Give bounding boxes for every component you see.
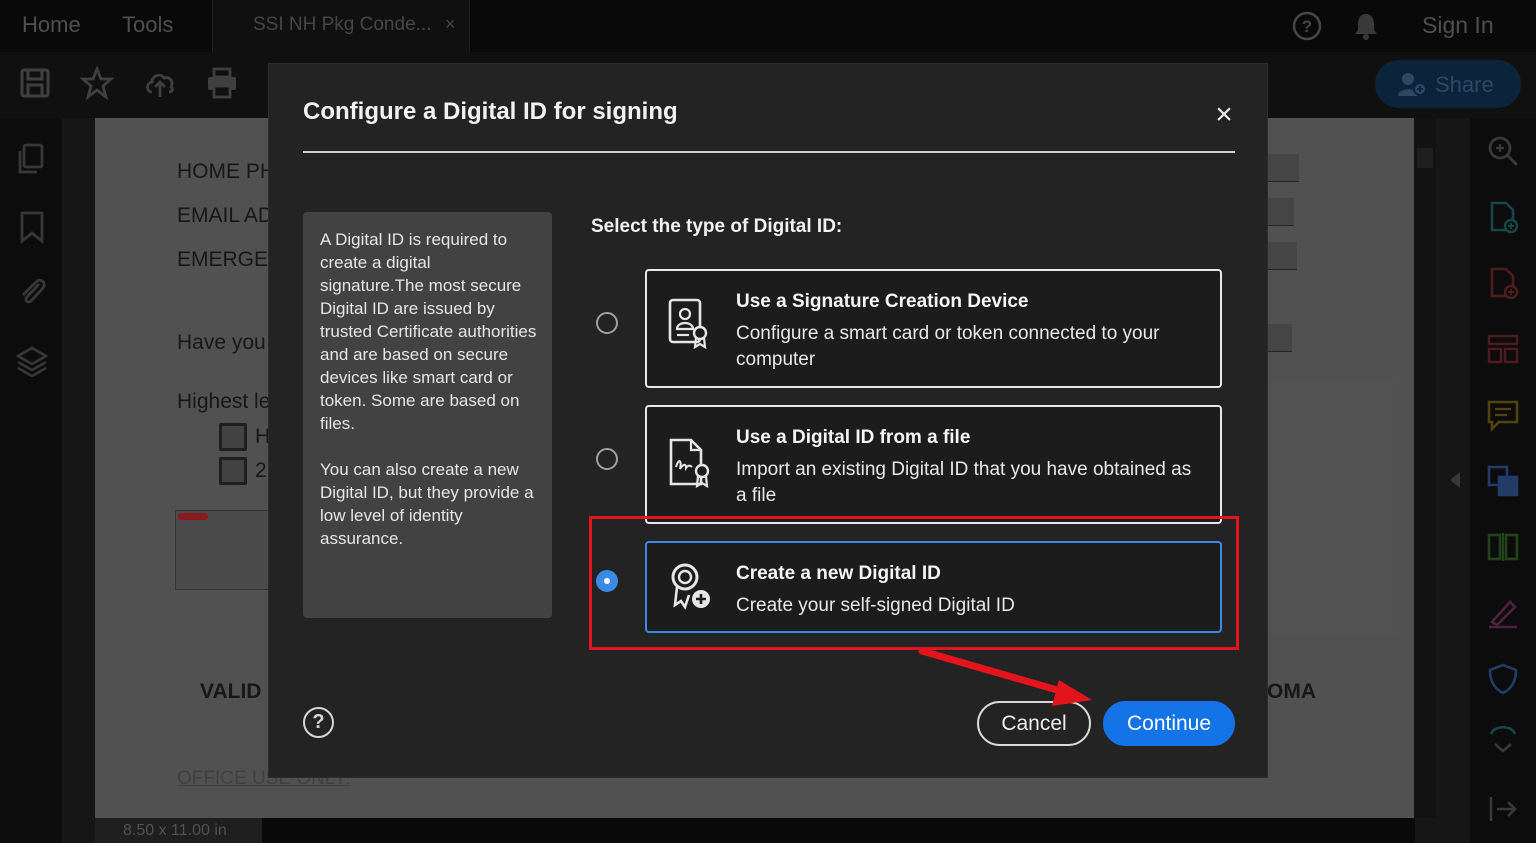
dialog-title: Configure a Digital ID for signing	[303, 98, 678, 125]
radio-signature-device[interactable]	[596, 312, 618, 334]
radio-digital-id-file[interactable]	[596, 448, 618, 470]
title-divider	[303, 151, 1235, 153]
acrobat-window: Home Tools SSI NH Pkg Conde... × ? Sign …	[0, 0, 1536, 843]
option-description: Configure a smart card or token connecte…	[736, 323, 1160, 370]
option-title: Use a Signature Creation Device	[736, 291, 1029, 312]
option-signature-creation-device[interactable]: Use a Signature Creation Device Configur…	[645, 269, 1222, 388]
certificate-device-icon	[668, 298, 708, 350]
dialog-help-icon[interactable]: ?	[303, 707, 334, 738]
select-type-heading: Select the type of Digital ID:	[591, 216, 843, 237]
option-digital-id-from-file[interactable]: Use a Digital ID from a file Import an e…	[645, 405, 1222, 524]
option-description: Import an existing Digital ID that you h…	[736, 459, 1192, 506]
option-title: Use a Digital ID from a file	[736, 427, 971, 448]
continue-button[interactable]: Continue	[1103, 701, 1235, 746]
annotation-highlight-box	[589, 516, 1239, 650]
info-text: A Digital ID is required to create a dig…	[320, 230, 537, 433]
digital-id-dialog: Configure a Digital ID for signing × A D…	[268, 63, 1268, 778]
info-panel: A Digital ID is required to create a dig…	[303, 212, 552, 618]
cancel-button[interactable]: Cancel	[977, 701, 1091, 746]
info-text: You can also create a new Digital ID, bu…	[320, 460, 534, 548]
close-icon[interactable]: ×	[1209, 100, 1239, 130]
signature-file-icon	[669, 438, 710, 489]
